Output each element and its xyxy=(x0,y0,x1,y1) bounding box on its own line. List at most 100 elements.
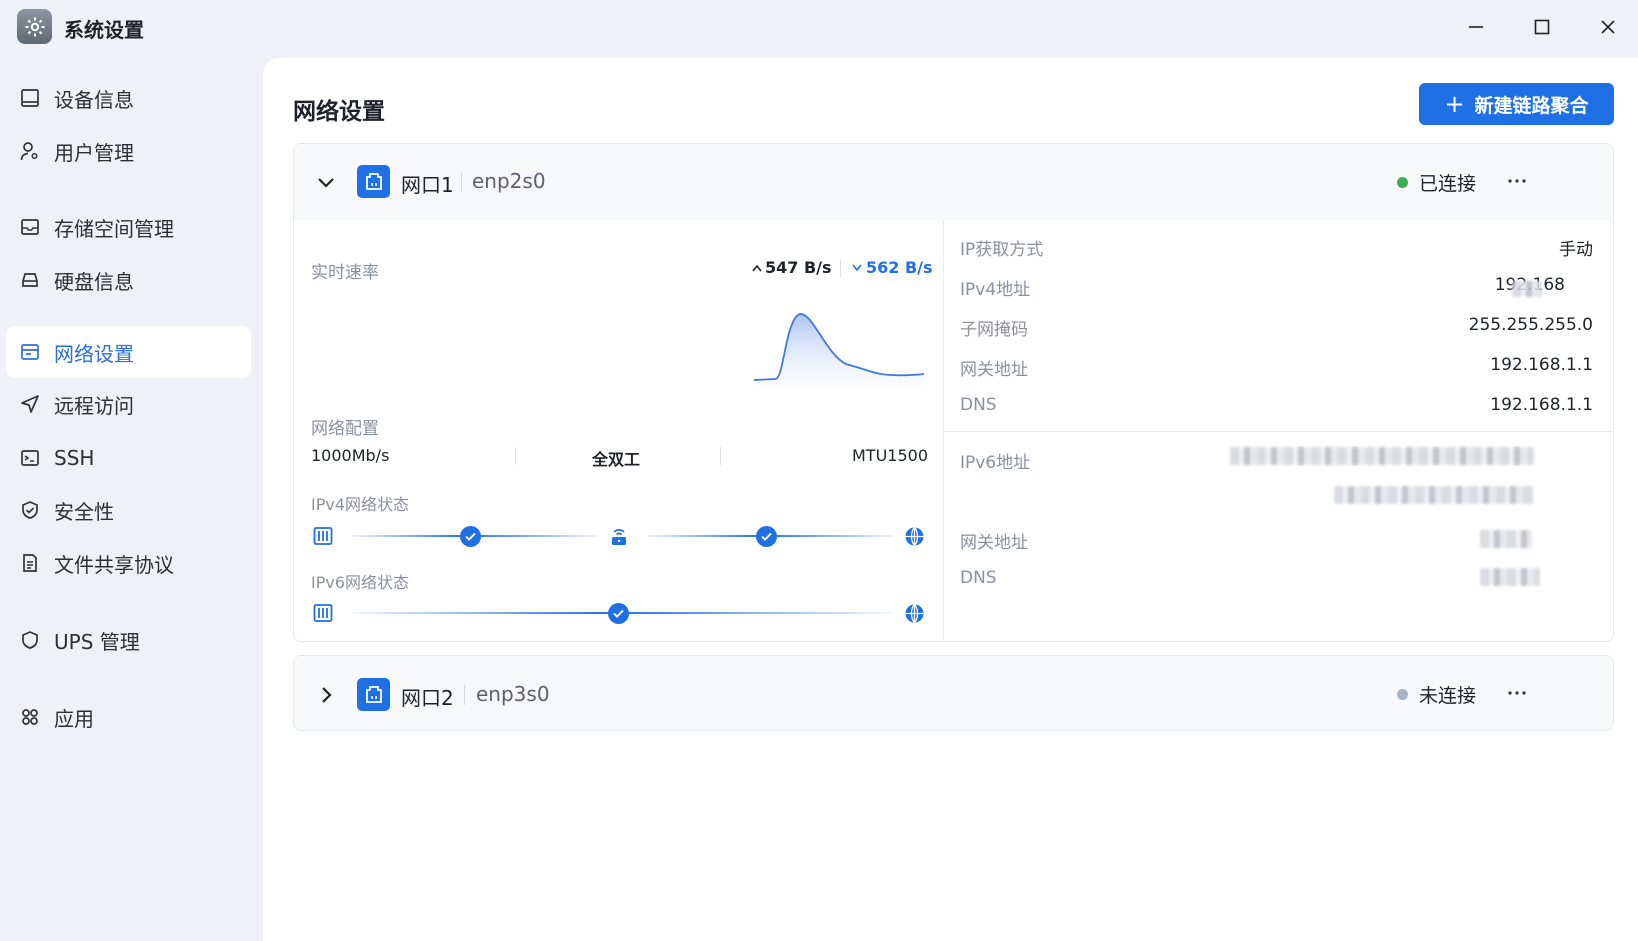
minimize-icon xyxy=(1469,26,1483,28)
sidebar-item-label: 设备信息 xyxy=(54,87,134,112)
sidebar-item-label: 存储空间管理 xyxy=(54,216,174,241)
nic-icon xyxy=(313,604,333,622)
mtu-value: MTU1500 xyxy=(852,446,929,465)
sidebar-item-label: 网络设置 xyxy=(54,341,134,366)
page-title: 网络设置 xyxy=(293,99,385,125)
ipv6-gateway-label: 网关地址 xyxy=(960,533,1028,553)
apps-icon xyxy=(19,706,41,728)
port2-device: enp3s0 xyxy=(476,682,550,706)
sidebar-item-label: UPS 管理 xyxy=(54,629,140,654)
sidebar-item-label: 安全性 xyxy=(54,499,114,524)
ipv4-address-label: IPv4地址 xyxy=(960,280,1031,300)
duplex-mode: 全双工 xyxy=(592,450,641,469)
port1-more-button[interactable] xyxy=(1500,166,1534,196)
dns-value: 192.168.1.1 xyxy=(1490,395,1593,415)
download-speed: 562 B/s xyxy=(866,258,933,277)
network-config-label: 网络配置 xyxy=(311,419,379,439)
chevron-right-icon xyxy=(322,687,332,703)
collapse-chevron-button[interactable] xyxy=(312,168,340,196)
upload-arrow-icon xyxy=(752,264,762,272)
sidebar-item-label: 用户管理 xyxy=(54,140,134,165)
more-horizontal-icon xyxy=(1508,691,1526,695)
speed-separator xyxy=(840,260,841,278)
sidebar-item-security[interactable]: 安全性 xyxy=(6,484,251,536)
maximize-button[interactable] xyxy=(1522,10,1562,44)
device-info-icon xyxy=(19,87,41,109)
dns-label: DNS xyxy=(960,395,997,415)
ip-section-divider xyxy=(943,431,1613,432)
port2-card: 网口2 enp3s0 未连接 xyxy=(293,655,1614,731)
sidebar-item-label: 硬盘信息 xyxy=(54,269,134,294)
ipv6-gateway-redacted xyxy=(1480,530,1532,548)
sidebar-item-label: 远程访问 xyxy=(54,393,134,418)
config-separator xyxy=(720,447,721,465)
port2-more-button[interactable] xyxy=(1500,678,1534,708)
port1-device: enp2s0 xyxy=(472,169,546,193)
sidebar-item-label: 文件共享协议 xyxy=(54,552,174,577)
ipv6-status-label: IPv6网络状态 xyxy=(311,573,410,592)
plus-icon: + xyxy=(1444,90,1465,118)
config-separator xyxy=(515,447,516,465)
ipv6-address-redacted xyxy=(1334,486,1534,504)
subnet-value: 255.255.255.0 xyxy=(1468,315,1593,335)
maximize-icon xyxy=(1534,19,1550,35)
sidebar-item-ssh[interactable]: SSH xyxy=(6,432,251,484)
nic-icon xyxy=(313,527,333,545)
realtime-speed-label: 实时速率 xyxy=(311,263,379,283)
router-icon xyxy=(612,529,626,545)
expand-chevron-button[interactable] xyxy=(312,681,340,709)
ipv4-step-check-icon xyxy=(460,526,481,547)
sidebar-item-remote-access[interactable]: 远程访问 xyxy=(6,378,251,430)
upload-speed: 547 B/s xyxy=(765,258,832,277)
hdd-icon xyxy=(19,269,41,291)
close-icon xyxy=(1601,20,1615,34)
app-title: 系统设置 xyxy=(64,18,144,42)
gateway-value: 192.168.1.1 xyxy=(1490,355,1593,375)
send-icon xyxy=(19,393,41,415)
storage-icon xyxy=(19,216,41,238)
speed-sparkline xyxy=(754,313,925,386)
ethernet-port-icon xyxy=(357,165,390,198)
shield-icon xyxy=(19,629,41,651)
more-horizontal-icon xyxy=(1508,179,1526,183)
sidebar-item-label: SSH xyxy=(54,446,95,470)
sidebar-item-device-info[interactable]: 设备信息 xyxy=(6,72,251,124)
ipv6-address-label: IPv6地址 xyxy=(960,453,1031,473)
shield-check-icon xyxy=(19,499,41,521)
sidebar-item-file-sharing[interactable]: 文件共享协议 xyxy=(6,537,251,589)
ethernet-port-icon xyxy=(357,678,390,711)
sidebar-item-network[interactable]: 网络设置 xyxy=(6,326,251,378)
disconnected-status-dot xyxy=(1397,689,1408,700)
connected-status-dot xyxy=(1397,177,1408,188)
sidebar-item-apps[interactable]: 应用 xyxy=(6,691,251,743)
ipv4-status-label: IPv4网络状态 xyxy=(311,495,410,514)
ipv6-step-check-icon xyxy=(608,603,629,624)
settings-gear-icon xyxy=(17,9,52,44)
port2-name: 网口2 xyxy=(401,686,454,710)
main-panel: 网络设置 + 新建链路聚合 网口1 enp2s0 已连接 实时速率 547 B/… xyxy=(263,58,1638,941)
globe-icon xyxy=(905,527,924,546)
close-button[interactable] xyxy=(1588,10,1628,44)
sidebar-item-storage[interactable]: 存储空间管理 xyxy=(6,201,251,253)
port1-name: 网口1 xyxy=(401,173,454,197)
download-arrow-icon xyxy=(852,264,862,272)
minimize-button[interactable] xyxy=(1456,10,1496,44)
chevron-down-icon xyxy=(318,178,334,188)
subnet-label: 子网掩码 xyxy=(960,320,1028,340)
terminal-icon xyxy=(19,447,41,469)
header-separator xyxy=(464,685,465,705)
ipv6-dns-label: DNS xyxy=(960,568,997,588)
sidebar-item-user-management[interactable]: 用户管理 xyxy=(6,125,251,177)
sidebar-item-label: 应用 xyxy=(54,706,94,731)
new-link-aggregation-button[interactable]: + 新建链路聚合 xyxy=(1419,83,1614,125)
sidebar-item-ups[interactable]: UPS 管理 xyxy=(6,614,251,666)
gateway-label: 网关地址 xyxy=(960,360,1028,380)
file-icon xyxy=(19,552,41,574)
port1-header[interactable]: 网口1 enp2s0 已连接 xyxy=(294,144,1613,220)
sidebar-item-disk-info[interactable]: 硬盘信息 xyxy=(6,254,251,306)
ip-method-label: IP获取方式 xyxy=(960,240,1044,260)
port2-header[interactable]: 网口2 enp3s0 未连接 xyxy=(294,656,1613,730)
network-icon xyxy=(19,341,41,363)
ipv4-step-check-icon xyxy=(756,526,777,547)
ipv6-dns-redacted xyxy=(1480,568,1540,586)
